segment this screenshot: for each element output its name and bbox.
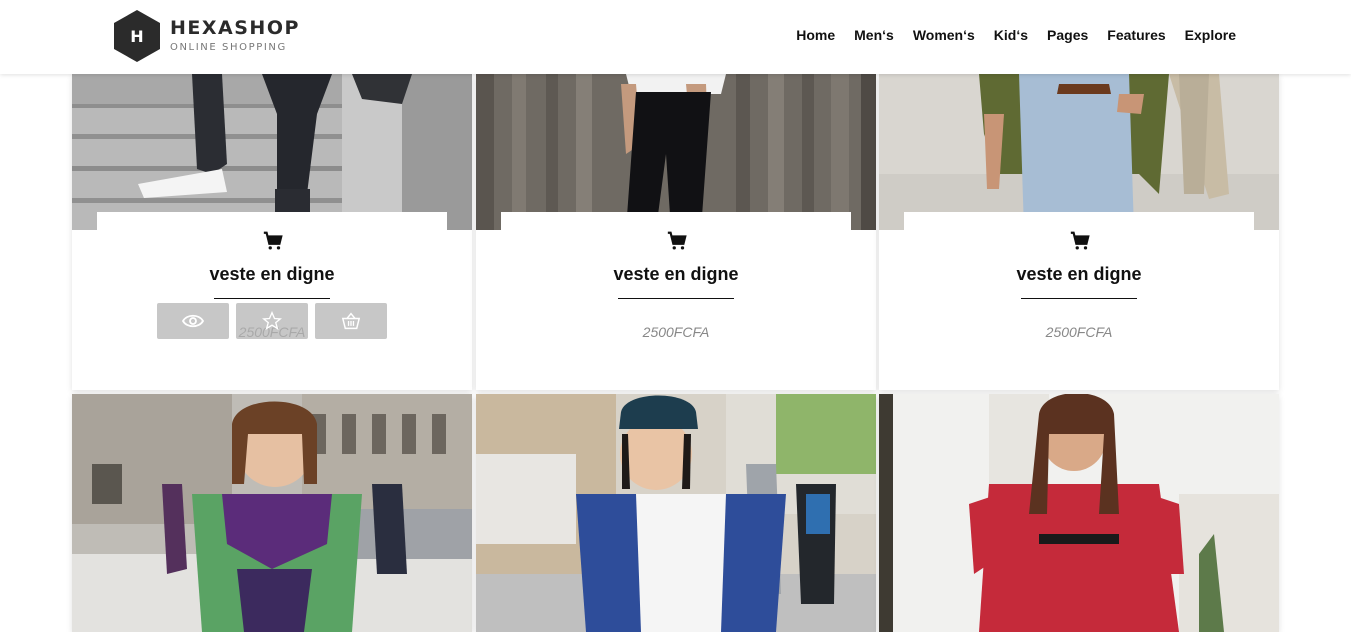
product-price: 2500FCFA xyxy=(1045,324,1113,340)
title-divider xyxy=(1021,298,1137,299)
product-image[interactable] xyxy=(476,74,876,230)
cart-icon[interactable] xyxy=(666,230,688,252)
nav-home[interactable]: Home xyxy=(796,27,835,43)
nav-features[interactable]: Features xyxy=(1107,27,1165,43)
nav-mens[interactable]: Men‘s xyxy=(854,27,894,43)
quick-view-button[interactable] xyxy=(157,303,229,339)
favorite-button[interactable] xyxy=(236,303,308,339)
add-to-basket-button[interactable] xyxy=(315,303,387,339)
cart-icon[interactable] xyxy=(262,230,284,252)
star-icon xyxy=(262,311,282,330)
product-title[interactable]: veste en digne xyxy=(904,264,1254,285)
title-divider xyxy=(618,298,734,299)
product-image[interactable] xyxy=(72,74,472,230)
cart-icon[interactable] xyxy=(1069,230,1091,252)
product-card[interactable]: veste en digne 2500FCFA xyxy=(879,74,1279,390)
product-image[interactable] xyxy=(476,394,876,632)
brand-tagline: ONLINE SHOPPING xyxy=(170,42,287,53)
logo[interactable]: H HEXASHOP ONLINE SHOPPING xyxy=(114,10,300,62)
product-title[interactable]: veste en digne xyxy=(501,264,851,285)
product-card[interactable] xyxy=(476,394,876,632)
basket-icon xyxy=(341,312,361,330)
nav-kids[interactable]: Kid‘s xyxy=(994,27,1028,43)
product-info: veste en digne 2500FCFA xyxy=(97,212,447,390)
main-nav: Home Men‘s Women‘s Kid‘s Pages Features … xyxy=(777,27,1236,43)
product-card[interactable] xyxy=(72,394,472,632)
logo-hexagon-icon: H xyxy=(114,10,160,62)
product-card[interactable]: veste en digne 2500FCFA xyxy=(476,74,876,390)
product-price: 2500FCFA xyxy=(642,324,710,340)
product-info: veste en digne 2500FCFA xyxy=(904,212,1254,390)
nav-womens[interactable]: Women‘s xyxy=(913,27,975,43)
nav-explore[interactable]: Explore xyxy=(1185,27,1236,43)
product-image[interactable] xyxy=(879,74,1279,230)
product-info: veste en digne 2500FCFA xyxy=(501,212,851,390)
eye-icon xyxy=(182,314,204,328)
site-header: H HEXASHOP ONLINE SHOPPING Home Men‘s Wo… xyxy=(0,0,1351,74)
title-divider xyxy=(214,298,330,299)
product-title[interactable]: veste en digne xyxy=(97,264,447,285)
product-card[interactable]: veste en digne 2500FCFA xyxy=(72,74,472,390)
logo-letter: H xyxy=(130,27,143,46)
product-image[interactable] xyxy=(72,394,472,632)
product-image[interactable] xyxy=(879,394,1279,632)
brand-name: HEXASHOP xyxy=(170,17,300,39)
hover-actions xyxy=(157,303,387,339)
product-card[interactable] xyxy=(879,394,1279,632)
nav-pages[interactable]: Pages xyxy=(1047,27,1088,43)
